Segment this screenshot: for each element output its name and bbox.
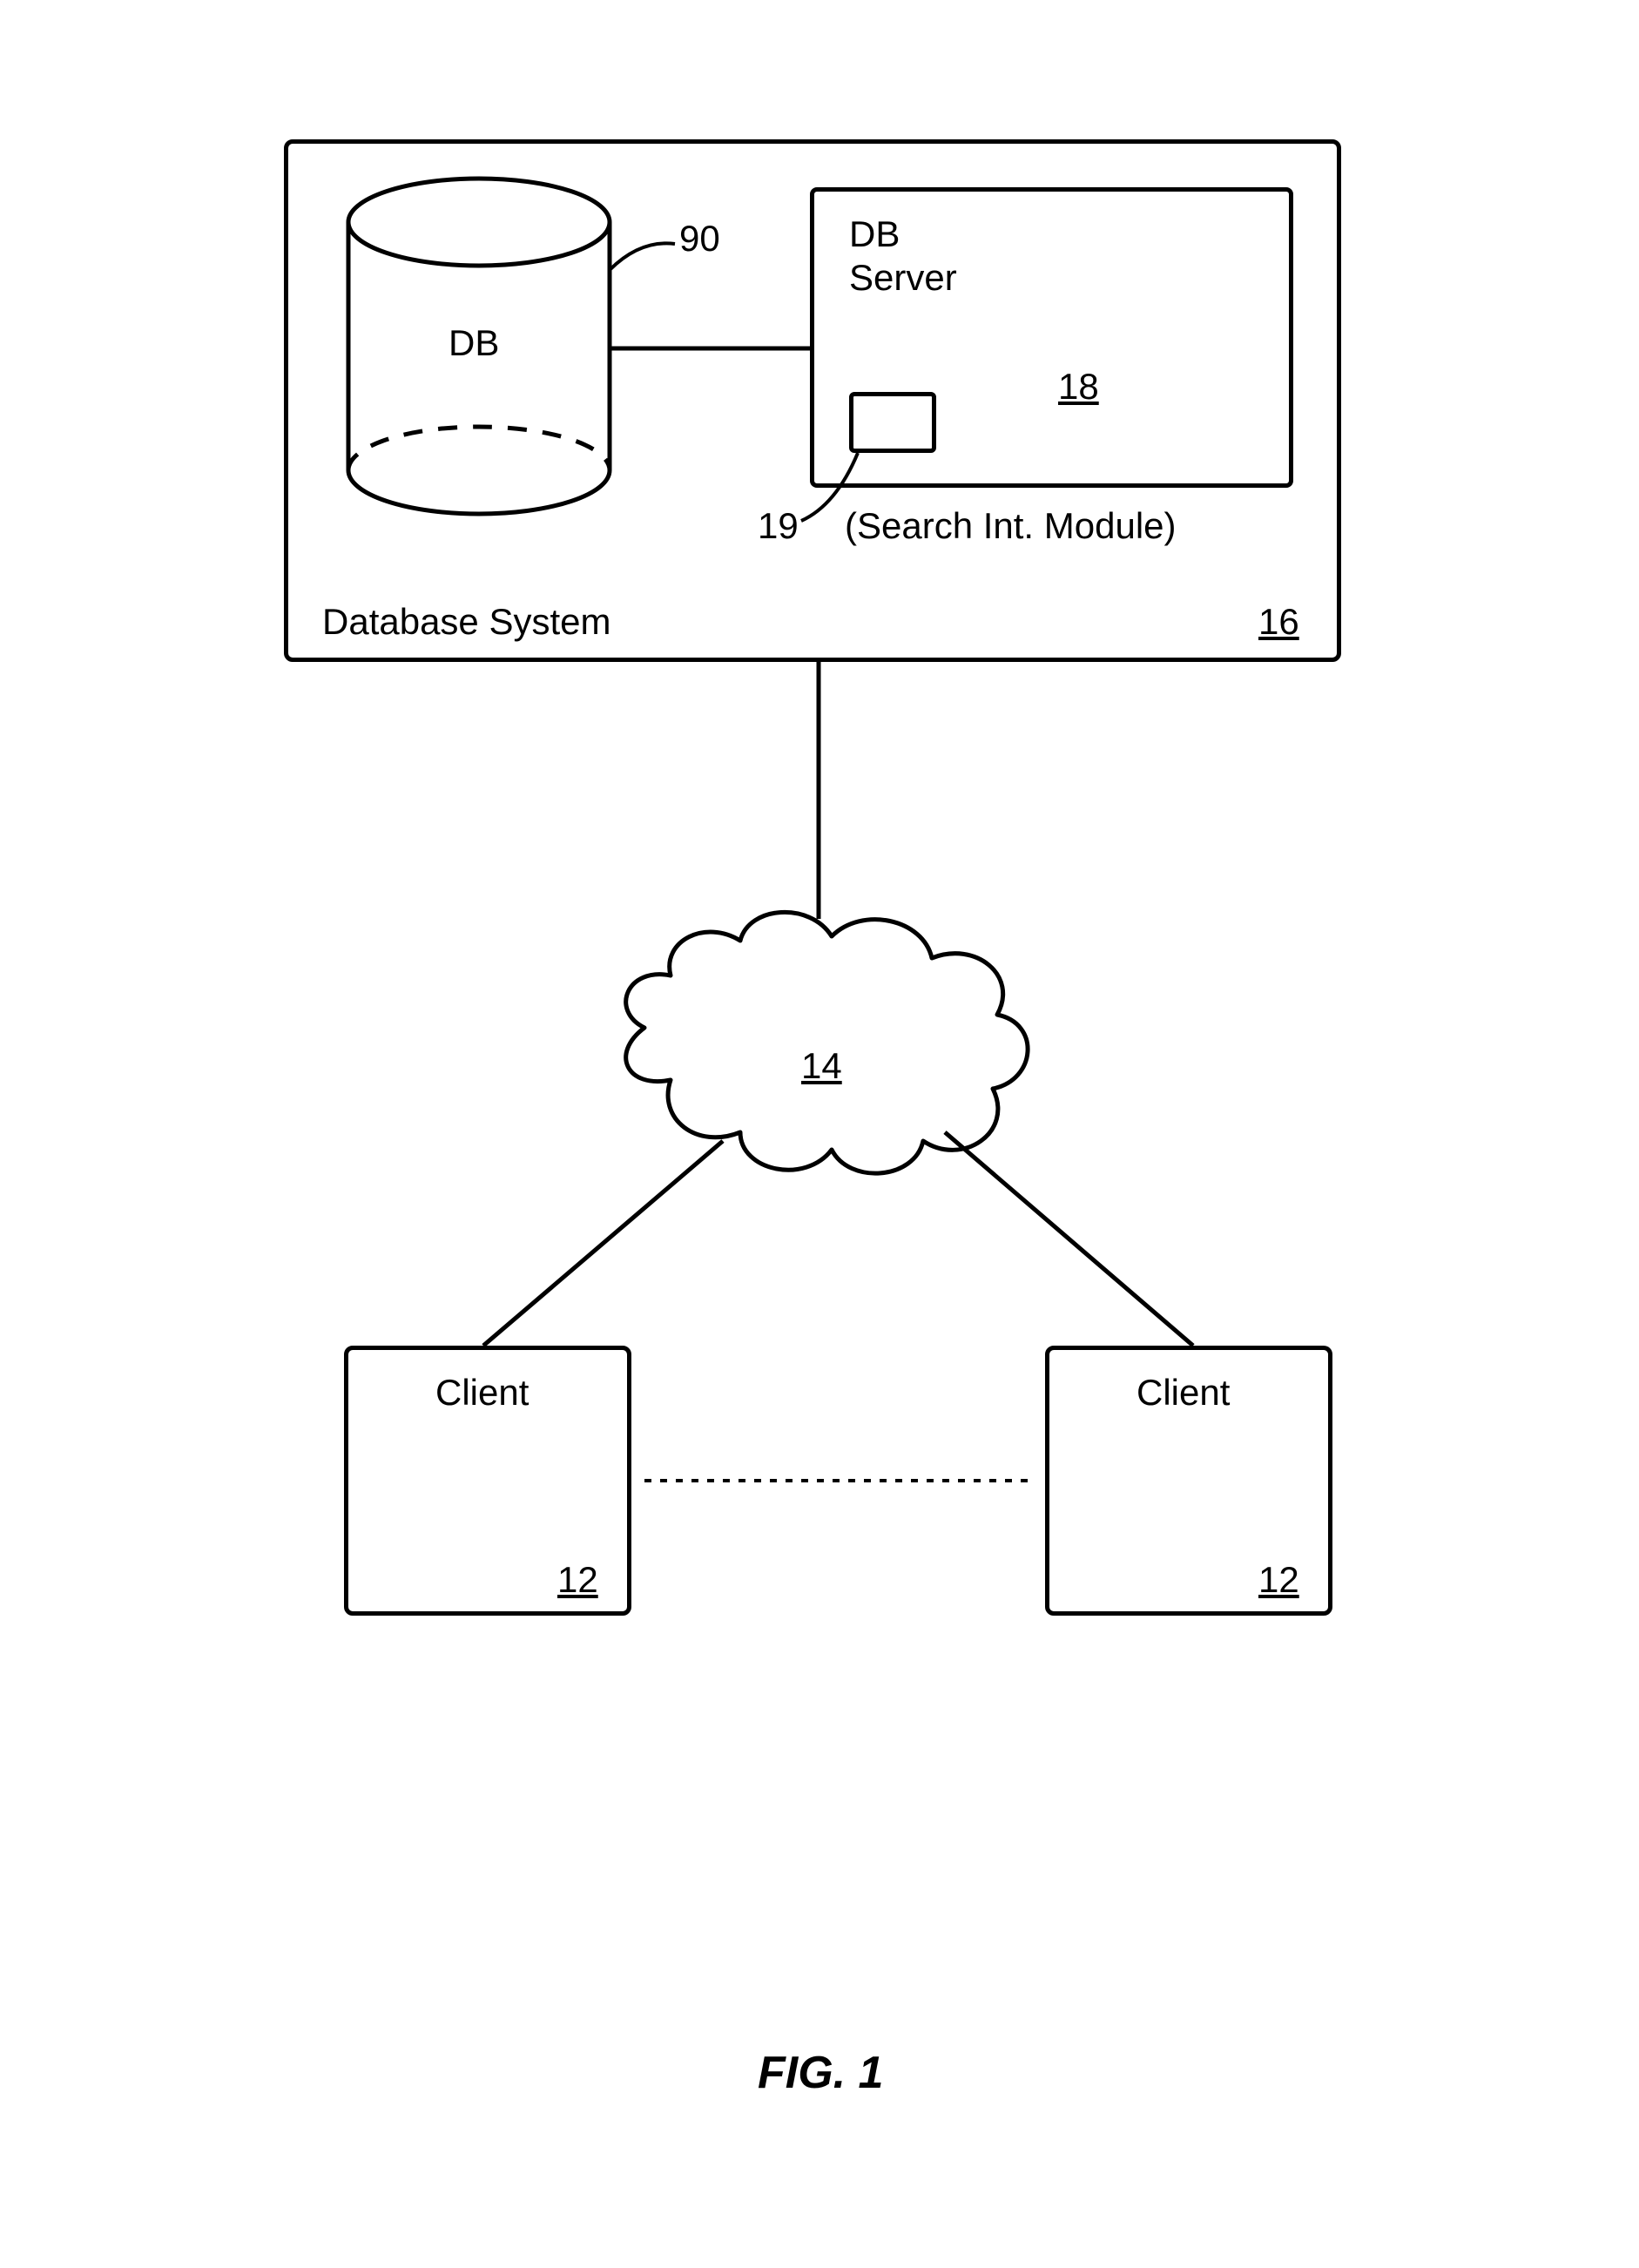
db-server-label-line1: DB xyxy=(849,213,900,255)
network-ref: 14 xyxy=(801,1045,842,1087)
search-module-ref: 19 xyxy=(758,505,799,547)
db-server-ref: 18 xyxy=(1058,366,1099,408)
figure-caption: FIG. 1 xyxy=(758,2047,883,2099)
client-right-ref: 12 xyxy=(1258,1559,1299,1601)
database-system-ref: 16 xyxy=(1258,601,1299,643)
db-server-label-line2: Server xyxy=(849,257,957,299)
client-left-ref: 12 xyxy=(557,1559,598,1601)
client-left-label: Client xyxy=(435,1372,529,1414)
search-module-box xyxy=(849,392,936,453)
search-module-note: (Search Int. Module) xyxy=(845,505,1177,547)
db-label: DB xyxy=(449,322,499,364)
database-system-label: Database System xyxy=(322,601,611,643)
db-ref: 90 xyxy=(679,218,720,260)
figure-canvas: Database System 16 DB 90 DB Server 18 19… xyxy=(0,0,1639,2268)
client-right-label: Client xyxy=(1137,1372,1230,1414)
